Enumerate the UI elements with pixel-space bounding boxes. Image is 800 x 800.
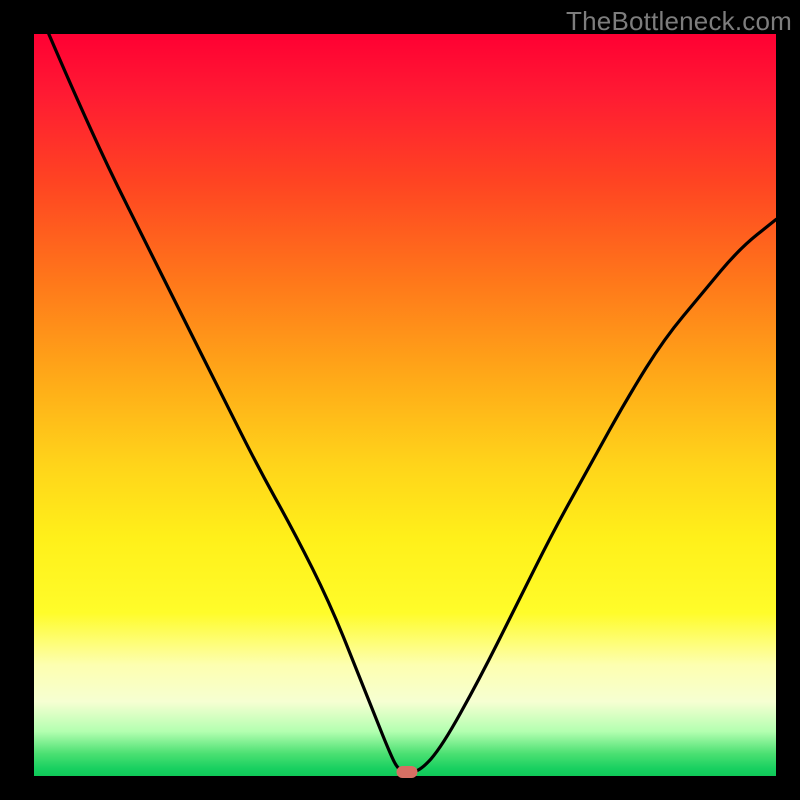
bottleneck-curve [34,34,776,776]
min-marker [397,766,418,778]
chart-frame: TheBottleneck.com [0,0,800,800]
watermark-text: TheBottleneck.com [566,6,792,37]
plot-area [34,34,776,776]
